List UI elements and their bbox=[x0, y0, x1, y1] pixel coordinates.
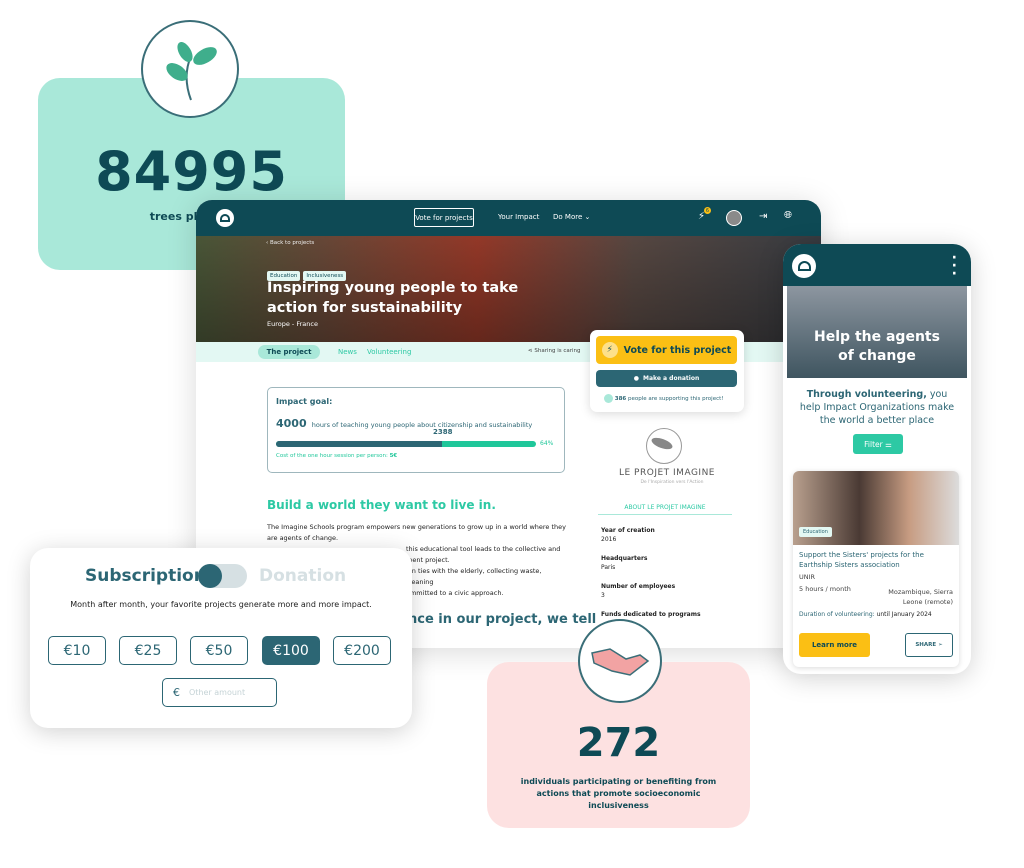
cost-value: 5€ bbox=[389, 453, 398, 459]
lightning-icon: ⚡ bbox=[601, 342, 618, 358]
card-org: UNIR bbox=[799, 573, 816, 581]
section-heading-2: nce in our project, we tell bbox=[408, 612, 597, 627]
tab-the-project[interactable]: The project bbox=[258, 345, 320, 359]
card-time: 5 hours / month bbox=[799, 585, 851, 593]
amount-200-button[interactable]: €200 bbox=[333, 636, 391, 665]
filter-label: Filter bbox=[864, 439, 883, 449]
mobile-hero-title: Help the agents of change bbox=[787, 286, 967, 378]
vote-label: Vote for this project bbox=[623, 344, 732, 356]
project-hero: ‹ Back to projects Education Inclusivenes… bbox=[196, 236, 821, 342]
paragraph: The Imagine Schools program empowers new… bbox=[267, 523, 566, 542]
vote-for-projects-button[interactable]: Vote for projects bbox=[414, 208, 474, 227]
org-facts: Year of creation 2016 Headquarters Paris N… bbox=[601, 526, 701, 619]
vote-panel: ⚡ Vote for this project ● Make a donation … bbox=[590, 330, 744, 412]
donation-label[interactable]: Donation bbox=[259, 566, 346, 586]
cost-text: Cost of the one hour session per person:… bbox=[276, 453, 397, 459]
impact-goal-label: Impact goal: bbox=[276, 397, 333, 406]
project-location: Europe - France bbox=[267, 320, 318, 328]
nav-your-impact[interactable]: Your Impact bbox=[498, 213, 539, 221]
card-duration: Duration of volunteering: until January … bbox=[799, 611, 932, 618]
amount-50-button[interactable]: €50 bbox=[190, 636, 248, 665]
share-label: Sharing is caring bbox=[534, 348, 581, 354]
amount-10-button[interactable]: €10 bbox=[48, 636, 106, 665]
avatar[interactable] bbox=[726, 210, 742, 226]
impact-goal-desc: hours of teaching young people about cit… bbox=[311, 421, 533, 429]
mobile-volunteering-screen: · · · Help the agents of change Through vo… bbox=[783, 244, 971, 674]
share-label: SHARE bbox=[915, 642, 937, 648]
share-link[interactable]: ⋖ Sharing is caring bbox=[528, 348, 581, 354]
send-icon: ➢ bbox=[938, 642, 943, 648]
currency-symbol: € bbox=[173, 686, 180, 699]
fact-value: 3 bbox=[601, 592, 605, 599]
more-menu-icon[interactable]: · · · bbox=[952, 251, 957, 281]
supporters-label: people are supporting this project! bbox=[627, 396, 724, 402]
trees-value: 84995 bbox=[95, 140, 288, 203]
fact-value: 2016 bbox=[601, 536, 617, 543]
logo-icon[interactable] bbox=[792, 254, 816, 278]
inclusive-value: 272 bbox=[576, 720, 661, 766]
notification-badge: 6 bbox=[704, 207, 711, 214]
amount-100-button[interactable]: €100 bbox=[262, 636, 320, 665]
card-title[interactable]: Support the Sisters' projects for the Ea… bbox=[799, 550, 954, 570]
intro-bold: Through volunteering, bbox=[806, 389, 927, 400]
sliders-icon: ⚌ bbox=[885, 439, 892, 449]
top-navbar: Vote for projects Your Impact Do More ⌄ … bbox=[196, 200, 821, 236]
org-tagline: De l'Inspiration vers l'Action bbox=[640, 480, 704, 485]
other-amount-input[interactable]: € Other amount bbox=[162, 678, 277, 707]
about-org-heading: ABOUT LE PROJET IMAGINE bbox=[598, 504, 732, 515]
cost-label: Cost of the one hour session per person: bbox=[276, 453, 388, 459]
mobile-navbar: · · · bbox=[783, 244, 971, 286]
donation-widget: Subscription Donation Month after month,… bbox=[30, 548, 412, 728]
volunteering-card: Education Support the Sisters' projects … bbox=[793, 471, 959, 667]
tab-news[interactable]: News bbox=[338, 348, 357, 356]
heart-icon: ● bbox=[633, 375, 640, 382]
duration-label: Duration of volunteering: bbox=[799, 611, 875, 618]
impact-percent: 64% bbox=[540, 440, 554, 447]
make-donation-button[interactable]: ● Make a donation bbox=[596, 370, 737, 387]
donation-description: Month after month, your favorite project… bbox=[70, 600, 372, 609]
subscription-label[interactable]: Subscription bbox=[85, 566, 206, 586]
hummingbird-logo-icon bbox=[646, 428, 682, 464]
project-title: Inspiring young people to take action fo… bbox=[267, 280, 519, 316]
vote-for-this-project-button[interactable]: ⚡ Vote for this project bbox=[596, 336, 737, 364]
learn-more-button[interactable]: Learn more bbox=[799, 633, 870, 657]
inclusive-label: individuals participating or benefiting … bbox=[520, 777, 717, 810]
impact-goal-value: 4000 bbox=[276, 417, 307, 430]
impact-current: 2388 bbox=[433, 428, 453, 436]
globe-icon[interactable]: 🌐︎ bbox=[784, 210, 792, 221]
impact-progress-bar bbox=[276, 441, 536, 447]
donate-label: Make a donation bbox=[643, 375, 700, 382]
impact-progress-fill bbox=[276, 441, 443, 447]
supporters-text: 386 people are supporting this project! bbox=[604, 394, 723, 403]
nav-do-more[interactable]: Do More ⌄ bbox=[553, 213, 590, 221]
handshake-icon bbox=[578, 619, 662, 703]
impact-goal-box: Impact goal: 4000 hours of teaching youn… bbox=[267, 387, 565, 473]
card-tag: Education bbox=[799, 527, 832, 537]
other-amount-placeholder: Other amount bbox=[189, 688, 246, 697]
org-name: LE PROJET IMAGINE bbox=[619, 468, 715, 478]
back-to-projects-link[interactable]: ‹ Back to projects bbox=[266, 240, 314, 246]
card-location: Mozambique, Sierra Leone (remote) bbox=[888, 588, 953, 606]
section-heading: Build a world they want to live in. bbox=[267, 498, 496, 512]
fact-key: Year of creation bbox=[601, 527, 655, 534]
logout-icon[interactable]: ⇥ bbox=[759, 211, 767, 222]
tab-volunteering[interactable]: Volunteering bbox=[367, 348, 411, 356]
leaves-icon bbox=[141, 20, 239, 118]
share-button[interactable]: SHARE ➢ bbox=[905, 633, 953, 657]
fact-key: Funds dedicated to programs bbox=[601, 611, 701, 618]
fact-key: Headquarters bbox=[601, 555, 648, 562]
filter-button[interactable]: Filter ⚌ bbox=[853, 434, 903, 454]
fact-key: Number of employees bbox=[601, 583, 676, 590]
fact-value: Paris bbox=[601, 564, 616, 571]
supporters-count: 386 bbox=[614, 396, 627, 402]
amount-25-button[interactable]: €25 bbox=[119, 636, 177, 665]
mobile-intro: Through volunteering, you help Impact Or… bbox=[795, 388, 959, 427]
subscription-toggle[interactable] bbox=[198, 564, 247, 588]
duration-value: until January 2024 bbox=[876, 611, 932, 618]
logo-icon[interactable] bbox=[216, 209, 234, 227]
impact-goal-text: 4000 hours of teaching young people abou… bbox=[276, 412, 532, 431]
supporters-icon bbox=[604, 394, 613, 403]
